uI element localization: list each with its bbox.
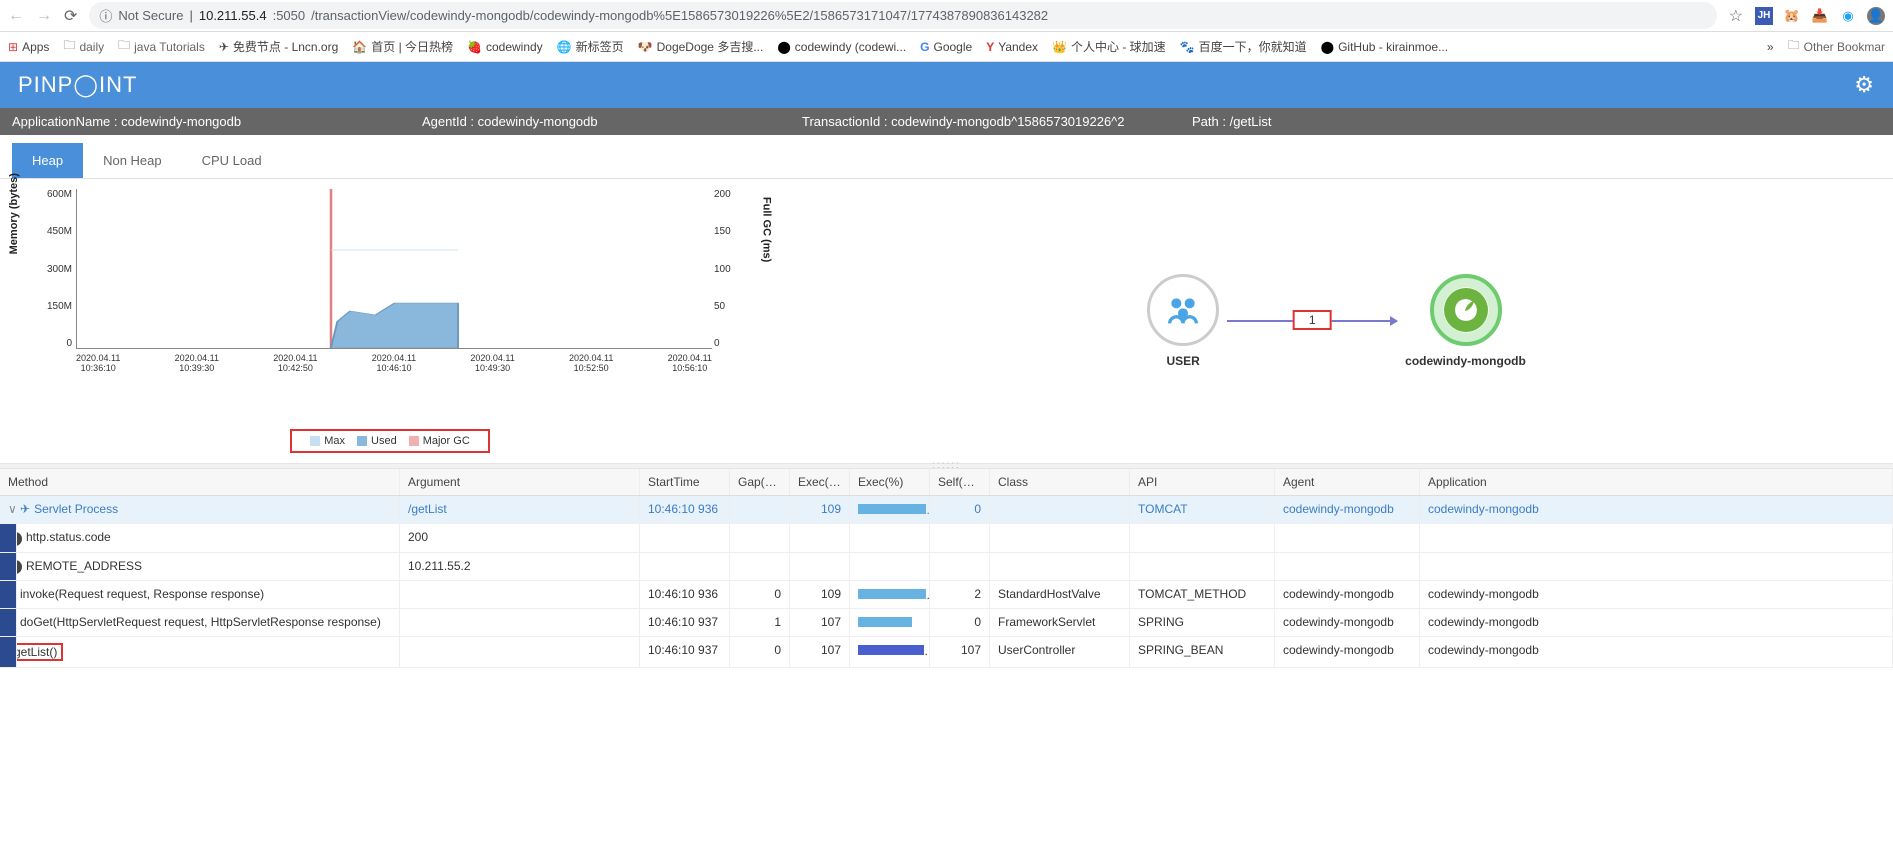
col-starttime[interactable]: StartTime xyxy=(640,469,730,495)
table-row[interactable]: iREMOTE_ADDRESS10.211.55.2 xyxy=(0,553,1893,582)
info-bar: ApplicationName : codewindy-mongodb Agen… xyxy=(0,108,1893,135)
table-row[interactable]: ∨doGet(HttpServletRequest request, HttpS… xyxy=(0,609,1893,637)
col-api[interactable]: API xyxy=(1130,469,1275,495)
profile-icon[interactable]: 👤 xyxy=(1867,7,1885,25)
tab-non-heap[interactable]: Non Heap xyxy=(83,143,182,178)
bookmark-baidu[interactable]: 🐾 百度一下，你就知道 xyxy=(1180,38,1307,55)
back-icon[interactable]: ← xyxy=(8,7,24,25)
legend-item[interactable]: Major GC xyxy=(409,435,470,447)
bookmark-codewindy[interactable]: 🍓 codewindy xyxy=(467,40,543,54)
url-path: /transactionView/codewindy-mongodb/codew… xyxy=(311,8,1048,23)
method-text: invoke(Request request, Response respons… xyxy=(20,587,264,601)
legend-item[interactable]: Used xyxy=(357,435,397,447)
bookmark-more[interactable]: » xyxy=(1767,40,1774,54)
url-bar[interactable]: ⓘ Not Secure | 10.211.55.4:5050/transact… xyxy=(89,2,1716,29)
browser-nav-bar: ← → ⟳ ⓘ Not Secure | 10.211.55.4:5050/tr… xyxy=(0,0,1893,32)
not-secure-icon: ⓘ xyxy=(99,6,112,25)
table-row[interactable]: getList()10:46:10 9370107107UserControll… xyxy=(0,637,1893,668)
horizontal-splitter[interactable] xyxy=(0,463,1893,469)
main-split: Memory (bytes) Full GC (ms) 600M450M300M… xyxy=(0,179,1893,463)
topology-map[interactable]: USER 1 codewindy-mongodb xyxy=(780,179,1893,463)
tab-heap[interactable]: Heap xyxy=(12,143,83,178)
app-name-label: ApplicationName : xyxy=(12,114,121,129)
bookmark-personal[interactable]: 👑 个人中心 - 球加速 xyxy=(1052,38,1166,55)
path-value: /getList xyxy=(1230,114,1272,129)
path-label: Path : xyxy=(1192,114,1230,129)
chart-legend: Max Used Major GC xyxy=(290,429,490,453)
y2-axis-label: Full GC (ms) xyxy=(760,197,772,262)
chevron-down-icon[interactable]: ∨ xyxy=(8,502,18,516)
table-row[interactable]: ∨✈Servlet Process/getList10:46:10 936109… xyxy=(0,496,1893,524)
forward-icon[interactable]: → xyxy=(36,7,52,25)
topo-node-app[interactable]: codewindy-mongodb xyxy=(1405,274,1526,368)
col-method[interactable]: Method xyxy=(0,469,400,495)
topo-link-count: 1 xyxy=(1293,310,1332,330)
other-bookmarks[interactable]: 🗀 Other Bookmar xyxy=(1788,36,1885,57)
ext-icon-4[interactable]: ◉ xyxy=(1839,7,1857,25)
bookmark-free[interactable]: ✈ 免费节点 - Lncn.org xyxy=(219,38,338,55)
pinpoint-logo[interactable]: PINP◯INT xyxy=(18,72,137,98)
bookmarks-bar: ⊞ Apps 🗀 daily 🗀 java Tutorials ✈ 免费节点 -… xyxy=(0,32,1893,62)
url-host: 10.211.55.4 xyxy=(199,8,267,23)
bookmark-gh-codewindy[interactable]: ⬤ codewindy (codewi... xyxy=(777,40,906,54)
legend-item[interactable]: Max xyxy=(310,435,345,447)
ext-icon-3[interactable]: 📥 xyxy=(1811,7,1829,25)
spring-icon xyxy=(1444,288,1488,332)
gear-icon[interactable]: ⚙ xyxy=(1854,72,1875,98)
method-text: REMOTE_ADDRESS xyxy=(26,559,142,573)
y2-ticks: 200150100500 xyxy=(714,189,740,349)
agent-id-label: AgentId : xyxy=(422,114,478,129)
col-self[interactable]: Self(ms) xyxy=(930,469,990,495)
y-ticks: 600M450M300M150M0 xyxy=(40,189,72,349)
calltree-header: Method Argument StartTime Gap(ms) Exec(m… xyxy=(0,469,1893,496)
col-class[interactable]: Class xyxy=(990,469,1130,495)
bookmark-home[interactable]: 🏠 首页 | 今日热榜 xyxy=(352,38,453,55)
col-agent[interactable]: Agent xyxy=(1275,469,1420,495)
bookmark-dogedoge[interactable]: 🐶 DogeDoge 多吉搜... xyxy=(638,38,764,55)
heap-chart: Memory (bytes) Full GC (ms) 600M450M300M… xyxy=(0,179,780,463)
not-secure-label: Not Secure xyxy=(118,8,183,23)
col-exec-ms[interactable]: Exec(ms) xyxy=(790,469,850,495)
bookmark-yandex[interactable]: Y Yandex xyxy=(986,40,1038,54)
x-ticks: 2020.04.1110:36:102020.04.1110:39:302020… xyxy=(76,353,712,373)
topo-link[interactable]: 1 xyxy=(1227,320,1397,322)
y-axis-label: Memory (bytes) xyxy=(8,173,20,254)
url-port: :5050 xyxy=(273,8,306,23)
bookmark-daily[interactable]: 🗀 daily xyxy=(63,36,104,57)
bookmark-java[interactable]: 🗀 java Tutorials xyxy=(118,36,205,57)
table-row[interactable]: ∨invoke(Request request, Response respon… xyxy=(0,581,1893,609)
star-icon[interactable]: ☆ xyxy=(1729,6,1743,26)
reload-icon[interactable]: ⟳ xyxy=(64,6,77,26)
method-text: http.status.code xyxy=(26,530,111,544)
table-row[interactable]: ihttp.status.code200 xyxy=(0,524,1893,553)
ext-icon-jh[interactable]: JH xyxy=(1755,7,1773,25)
col-gap[interactable]: Gap(ms) xyxy=(730,469,790,495)
users-icon xyxy=(1163,290,1203,330)
app-name-value: codewindy-mongodb xyxy=(121,114,241,129)
topo-node-user[interactable]: USER xyxy=(1147,274,1219,368)
col-application[interactable]: Application xyxy=(1420,469,1893,495)
txn-id-label: TransactionId : xyxy=(802,114,891,129)
col-exec-pct[interactable]: Exec(%) xyxy=(850,469,930,495)
bookmark-google[interactable]: G Google xyxy=(920,40,972,54)
col-argument[interactable]: Argument xyxy=(400,469,640,495)
topo-user-label: USER xyxy=(1167,354,1200,368)
ext-icon-2[interactable]: 🐹 xyxy=(1783,7,1801,25)
method-text: doGet(HttpServletRequest request, HttpSe… xyxy=(20,615,381,629)
pinpoint-header: PINP◯INT ⚙ xyxy=(0,62,1893,108)
txn-id-value: codewindy-mongodb^1586573019226^2 xyxy=(891,114,1124,129)
bookmark-github[interactable]: ⬤ GitHub - kirainmoe... xyxy=(1321,40,1448,54)
apps-button[interactable]: ⊞ Apps xyxy=(8,40,49,54)
topo-app-label: codewindy-mongodb xyxy=(1405,354,1526,368)
extension-icons: JH 🐹 📥 ◉ 👤 xyxy=(1755,7,1885,25)
plane-icon: ✈ xyxy=(20,502,30,516)
calltree-body: ∨✈Servlet Process/getList10:46:10 936109… xyxy=(0,496,1893,668)
agent-id-value: codewindy-mongodb xyxy=(478,114,598,129)
metric-tabs: Heap Non Heap CPU Load xyxy=(0,135,1893,179)
tab-cpu-load[interactable]: CPU Load xyxy=(182,143,282,178)
chart-plot[interactable] xyxy=(76,189,712,349)
bookmark-newtab[interactable]: 🌐 新标签页 xyxy=(557,38,624,55)
method-text: Servlet Process xyxy=(34,502,118,516)
